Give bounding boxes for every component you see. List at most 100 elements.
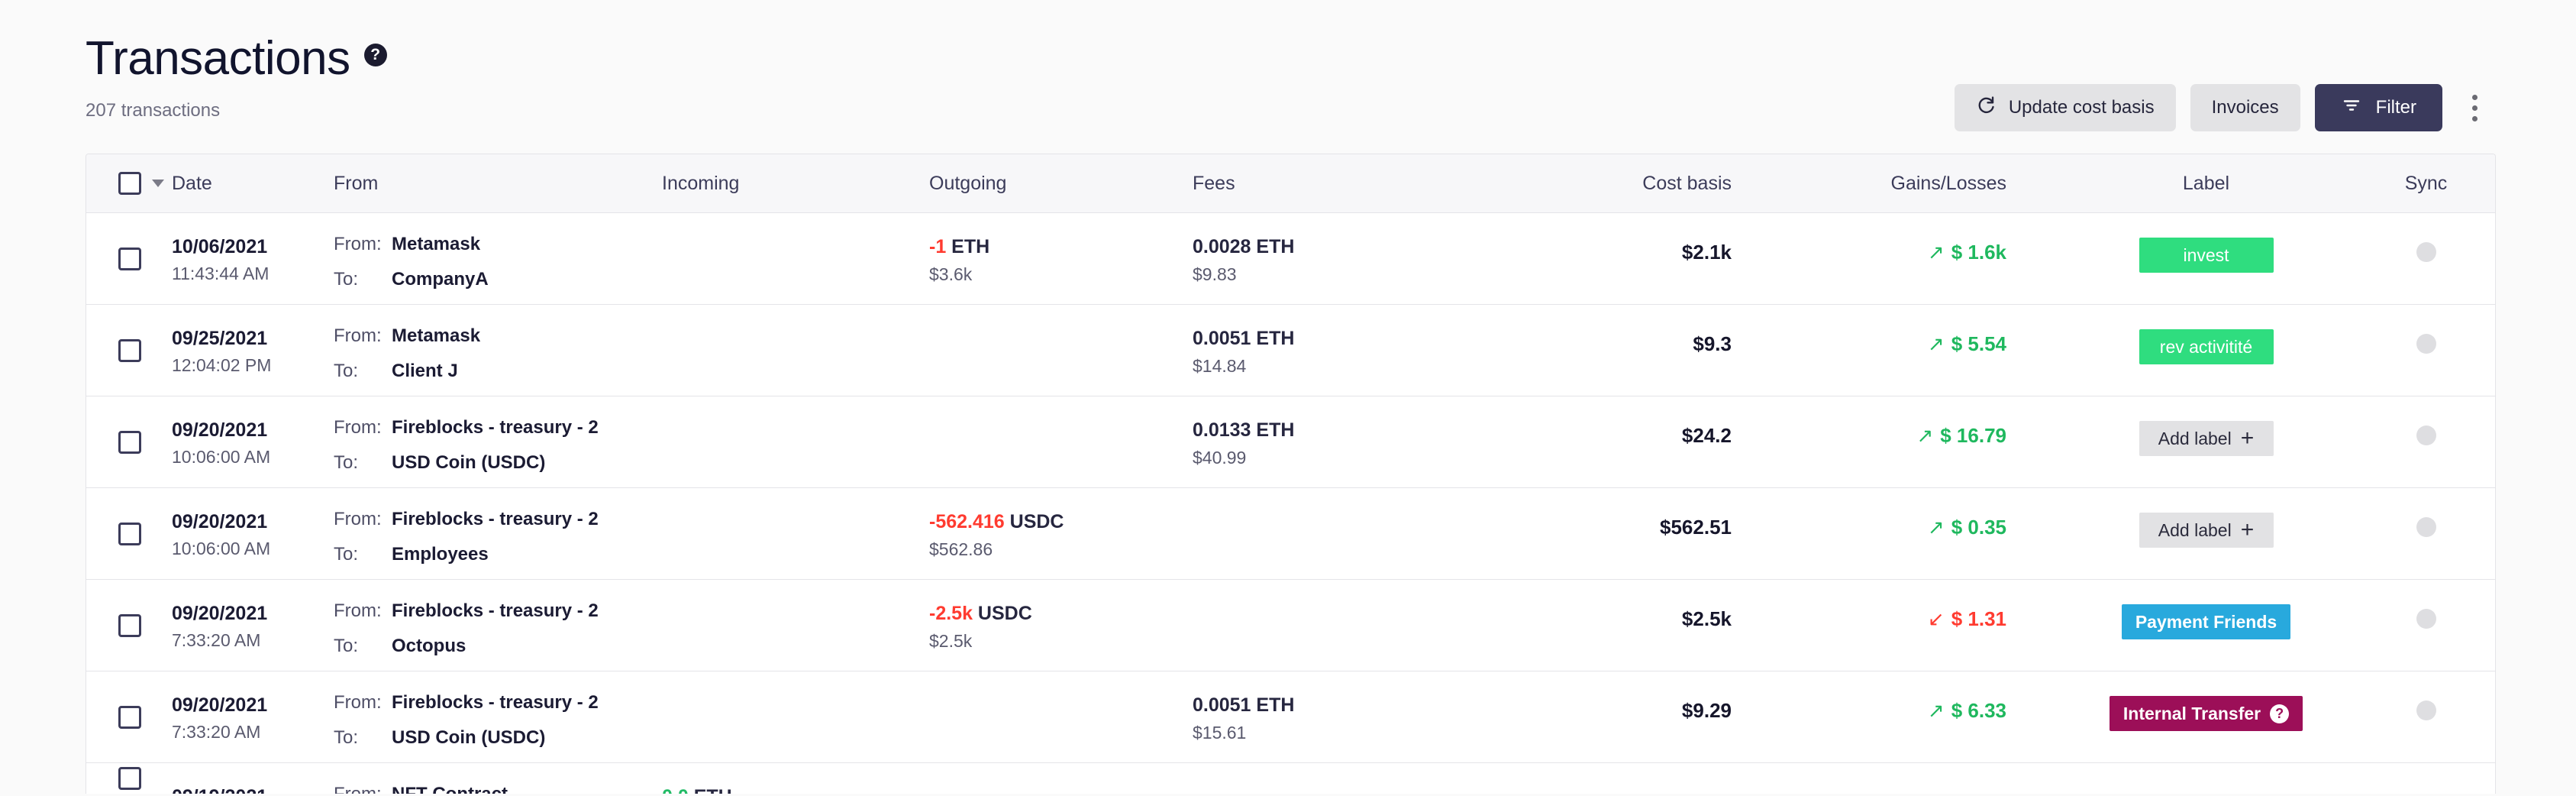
from-value[interactable]: Fireblocks - treasury - 2 xyxy=(392,692,599,713)
sync-status-indicator[interactable] xyxy=(2416,609,2436,629)
gains-losses-cell: ↗ $ 5.54 xyxy=(1780,305,2055,396)
table-row[interactable]: 10/06/2021 11:43:44 AM From: Metamask To: Com… xyxy=(86,213,2495,305)
title-block: Transactions? xyxy=(86,35,387,83)
gains-losses-value: $ 5.54 xyxy=(1951,332,2006,355)
transaction-time: 10:06:00 AM xyxy=(172,538,271,558)
from-value[interactable]: Metamask xyxy=(392,234,480,255)
label-help-icon[interactable]: ? xyxy=(2270,704,2290,723)
transaction-label-badge[interactable]: invest xyxy=(2139,238,2274,273)
row-checkbox[interactable] xyxy=(118,613,141,637)
fees-cell-fiat: $15.61 xyxy=(1193,722,1247,743)
table-row[interactable]: 09/20/2021 7:33:20 AM From: Fireblocks - tr… xyxy=(86,580,2495,671)
from-value[interactable]: NFT Contract xyxy=(392,784,508,794)
update-cost-basis-button[interactable]: Update cost basis xyxy=(1954,84,2176,131)
more-options-icon[interactable] xyxy=(2457,84,2492,131)
column-header-sync[interactable]: Sync xyxy=(2357,173,2495,195)
to-value[interactable]: Client J xyxy=(392,361,458,382)
transaction-label-badge[interactable]: Internal Transfer? xyxy=(2109,696,2303,731)
row-checkbox[interactable] xyxy=(118,705,141,729)
column-header-label[interactable]: Label xyxy=(2055,173,2357,195)
label-text: invest xyxy=(2183,244,2229,265)
to-value[interactable]: Employees xyxy=(392,544,489,565)
column-header-cost-basis[interactable]: Cost basis xyxy=(1513,173,1780,195)
from-to-cell: From: Fireblocks - treasury - 2 To: USD Coi… xyxy=(334,671,662,762)
row-checkbox[interactable] xyxy=(118,338,141,362)
date-cell: 09/20/2021 10:06:00 AM xyxy=(172,488,334,579)
row-checkbox[interactable] xyxy=(118,522,141,545)
outgoing-cell-amount: -1 ETH xyxy=(929,236,990,257)
outgoing-cell: -562.416 USDC $562.86 xyxy=(929,488,1193,579)
select-all-checkbox[interactable] xyxy=(118,172,141,195)
table-row[interactable]: 09/20/2021 10:06:00 AM From: Fireblocks - t… xyxy=(86,396,2495,488)
incoming-cell xyxy=(662,213,929,304)
transactions-table: Date From Incoming Outgoing Fees Cost ba… xyxy=(86,154,2496,794)
row-select-cell xyxy=(86,671,172,762)
add-label-button[interactable]: Add label + xyxy=(2139,513,2274,548)
column-header-outgoing[interactable]: Outgoing xyxy=(929,173,1193,195)
filter-button[interactable]: Filter xyxy=(2314,84,2442,131)
gains-losses-cell: ↗ $ 1.6k xyxy=(1780,213,2055,304)
from-value[interactable]: Fireblocks - treasury - 2 xyxy=(392,509,599,530)
table-row[interactable]: 09/19/2021From:NFT Contract0.0 ETH xyxy=(86,763,2495,794)
table-row[interactable]: 09/25/2021 12:04:02 PM From: Metamask To: Cli… xyxy=(86,305,2495,396)
to-value[interactable]: Octopus xyxy=(392,636,466,657)
row-checkbox[interactable] xyxy=(118,767,141,790)
transaction-label-badge[interactable]: Payment Friends xyxy=(2121,604,2291,639)
row-checkbox[interactable] xyxy=(118,430,141,454)
transaction-label-badge[interactable]: rev activitité xyxy=(2139,329,2274,364)
fees-cell-amount: 0.0028 ETH xyxy=(1193,236,1295,257)
to-value[interactable]: USD Coin (USDC) xyxy=(392,452,545,474)
transaction-date: 09/20/2021 xyxy=(172,511,268,532)
column-header-fees[interactable]: Fees xyxy=(1193,173,1513,195)
help-icon[interactable]: ? xyxy=(363,44,387,66)
table-row[interactable]: 09/20/2021 10:06:00 AM From: Fireblocks - t… xyxy=(86,488,2495,580)
gains-losses-value: $ 16.79 xyxy=(1940,424,2006,447)
sync-status-indicator[interactable] xyxy=(2416,426,2436,445)
from-key: From: xyxy=(334,692,382,713)
fees-cell-amount: 0.0051 ETH xyxy=(1193,328,1295,349)
to-value[interactable]: USD Coin (USDC) xyxy=(392,727,545,749)
column-header-date[interactable]: Date xyxy=(172,173,334,195)
incoming-cell xyxy=(662,671,929,762)
fees-cell: 0.0051 ETH $15.61 xyxy=(1193,671,1513,762)
to-value[interactable]: CompanyA xyxy=(392,269,489,290)
sync-status-indicator[interactable] xyxy=(2416,517,2436,537)
sync-status-indicator[interactable] xyxy=(2416,242,2436,262)
add-label-text: Add label xyxy=(2158,428,2232,448)
sync-status-indicator[interactable] xyxy=(2416,334,2436,354)
from-to-cell: From: Metamask To: Client J xyxy=(334,305,662,396)
outgoing-cell-fiat: $562.86 xyxy=(929,539,993,559)
gains-losses-value: $ 1.31 xyxy=(1951,607,2006,630)
fees-cell xyxy=(1193,580,1513,671)
fees-cell: 0.0028 ETH $9.83 xyxy=(1193,213,1513,304)
date-cell: 09/20/2021 7:33:20 AM xyxy=(172,580,334,671)
table-header-row: Date From Incoming Outgoing Fees Cost ba… xyxy=(86,154,2495,213)
add-label-button[interactable]: Add label + xyxy=(2139,421,2274,456)
cost-basis-cell: $562.51 xyxy=(1660,516,1732,539)
label-text: Payment Friends xyxy=(2135,611,2277,632)
transactions-page: Transactions? 207 transactions Update co… xyxy=(0,0,2576,796)
chevron-down-icon[interactable] xyxy=(152,180,164,187)
cost-basis-cell: $2.1k xyxy=(1681,241,1732,264)
from-to-cell: From: Fireblocks - treasury - 2 To: Employe… xyxy=(334,488,662,579)
to-key: To: xyxy=(334,361,359,381)
from-value[interactable]: Metamask xyxy=(392,325,480,347)
label-text: rev activitité xyxy=(2159,336,2253,357)
column-header-from[interactable]: From xyxy=(334,173,662,195)
plus-icon: + xyxy=(2240,517,2255,542)
from-value[interactable]: Fireblocks - treasury - 2 xyxy=(392,417,599,438)
sync-cell xyxy=(2357,305,2495,396)
sync-status-indicator[interactable] xyxy=(2416,701,2436,720)
row-checkbox[interactable] xyxy=(118,247,141,270)
row-select-cell xyxy=(86,763,172,794)
from-value[interactable]: Fireblocks - treasury - 2 xyxy=(392,600,599,622)
column-header-gains-losses[interactable]: Gains/Losses xyxy=(1780,173,2055,195)
gains-losses-cell: ↙ $ 1.31 xyxy=(1780,580,2055,671)
table-row[interactable]: 09/20/2021 7:33:20 AM From: Fireblocks - tr… xyxy=(86,671,2495,763)
column-header-incoming[interactable]: Incoming xyxy=(662,173,929,195)
transaction-count: 207 transactions xyxy=(86,100,221,121)
transaction-date: 09/25/2021 xyxy=(172,328,268,349)
from-line: From:NFT Contract xyxy=(334,784,662,794)
invoices-button[interactable]: Invoices xyxy=(2190,84,2300,131)
from-line: From: Fireblocks - treasury - 2 xyxy=(334,509,662,544)
